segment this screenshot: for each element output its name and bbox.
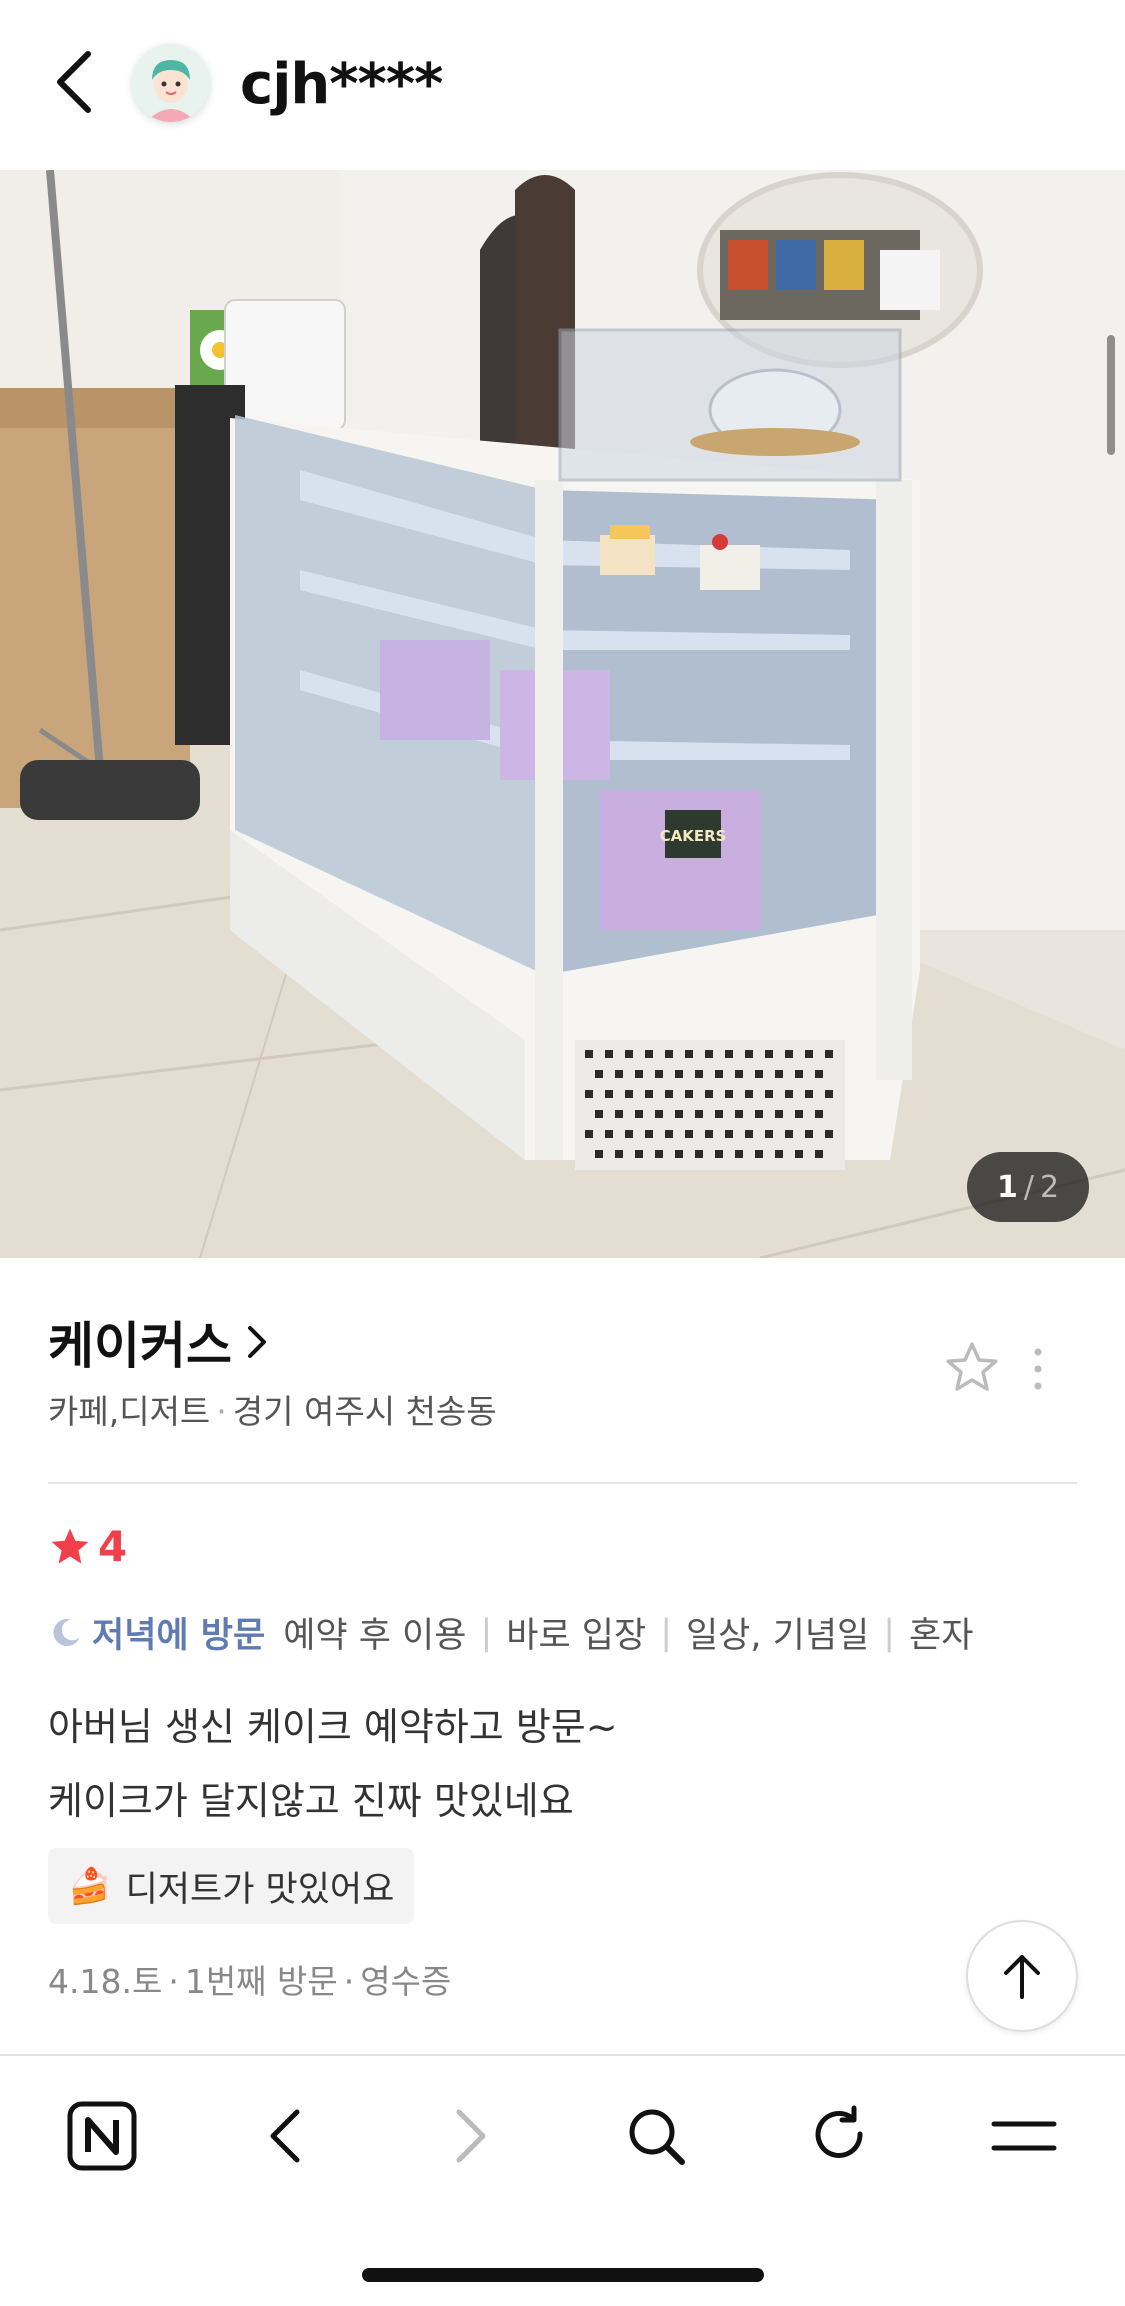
visit-info: 저녁에 방문 예약 후 이용 | 바로 입장 | 일상, 기념일 | 혼자 <box>48 1607 973 1658</box>
review-body: 아버님 생신 케이크 예약하고 방문~ 케이크가 달지않고 진짜 맛있네요 <box>48 1690 618 1838</box>
place-meta: 카페,디저트 · 경기 여주시 천송동 <box>48 1385 497 1433</box>
star-filled-icon <box>51 1528 89 1563</box>
pager-separator: / <box>1023 1169 1034 1205</box>
keyword-label: 디저트가 맛있어요 <box>125 1869 395 1910</box>
scroll-to-top-button[interactable] <box>966 1920 1078 2032</box>
avatar[interactable] <box>132 44 210 122</box>
moon-icon <box>53 1618 80 1646</box>
naver-home-icon <box>67 2101 137 2171</box>
review-line: 아버님 생신 케이크 예약하고 방문~ <box>48 1705 618 1749</box>
search-button[interactable] <box>616 2096 696 2176</box>
review-rating: 4 <box>48 1522 127 1571</box>
user-avatar-icon <box>132 44 210 122</box>
cakers-sign-text: CAKERS <box>660 827 727 845</box>
visit-time: 저녁에 방문 <box>92 1616 266 1656</box>
search-icon <box>629 2109 685 2165</box>
visit-tag: 바로 입장 <box>506 1616 647 1656</box>
page-scrollbar[interactable] <box>1107 335 1115 455</box>
cake-emoji-icon: 🍰 <box>68 1866 112 1907</box>
section-divider <box>48 1482 1077 1484</box>
username[interactable]: cjh**** <box>240 52 443 117</box>
verification-type: 영수증 <box>360 1962 452 2001</box>
review-date: 4.18.토 <box>48 1962 163 2001</box>
visit-count: 1번째 방문 <box>184 1962 338 2001</box>
visit-tag: 예약 후 이용 <box>283 1616 467 1656</box>
place-category: 카페,디저트 <box>48 1392 211 1431</box>
app-header: cjh**** <box>0 0 1125 170</box>
visit-tag: 혼자 <box>909 1616 974 1656</box>
back-button[interactable] <box>44 46 104 118</box>
browser-back-button[interactable] <box>245 2096 325 2176</box>
place-name-link[interactable]: 케이커스 <box>48 1306 270 1378</box>
cake-showcase-image: CAKERS <box>0 170 1125 1258</box>
browser-forward-button[interactable] <box>431 2096 511 2176</box>
rating-value: 4 <box>98 1522 128 1571</box>
review-meta: 4.18.토 · 1번째 방문 · 영수증 <box>48 1955 451 2003</box>
pager-current: 1 <box>996 1169 1018 1205</box>
more-options-button[interactable] <box>1030 1346 1046 1392</box>
tag-divider: | <box>480 1612 493 1653</box>
meta-separator: · <box>216 1392 227 1431</box>
star-outline-icon <box>946 1342 998 1391</box>
chevron-left-icon <box>57 51 91 113</box>
meta-separator: · <box>168 1962 179 2001</box>
visit-tag: 일상, 기념일 <box>685 1616 870 1656</box>
forward-arrow-icon <box>456 2109 486 2163</box>
photo-pager: 1 / 2 <box>967 1152 1089 1222</box>
back-arrow-icon <box>270 2109 300 2163</box>
save-place-button[interactable] <box>942 1338 1002 1398</box>
more-vertical-icon <box>1034 1348 1042 1390</box>
naver-home-button[interactable] <box>62 2096 142 2176</box>
review-line: 케이크가 달지않고 진짜 맛있네요 <box>48 1779 574 1823</box>
arrow-up-icon <box>1004 1955 1040 1999</box>
refresh-icon <box>815 2105 863 2158</box>
menu-icon <box>991 2121 1057 2151</box>
pager-total: 2 <box>1039 1169 1060 1205</box>
refresh-button[interactable] <box>800 2096 880 2176</box>
menu-button[interactable] <box>984 2096 1064 2176</box>
tag-divider: | <box>883 1612 896 1653</box>
meta-separator: · <box>343 1962 355 2001</box>
chevron-right-icon <box>248 1326 266 1358</box>
home-indicator[interactable] <box>362 2268 764 2282</box>
tag-divider: | <box>660 1612 672 1653</box>
place-name: 케이커스 <box>48 1317 232 1375</box>
review-photo[interactable]: CAKERS <box>0 170 1125 1258</box>
keyword-chip: 🍰 디저트가 맛있어요 <box>48 1848 415 1924</box>
place-location: 경기 여주시 천송동 <box>232 1392 497 1431</box>
